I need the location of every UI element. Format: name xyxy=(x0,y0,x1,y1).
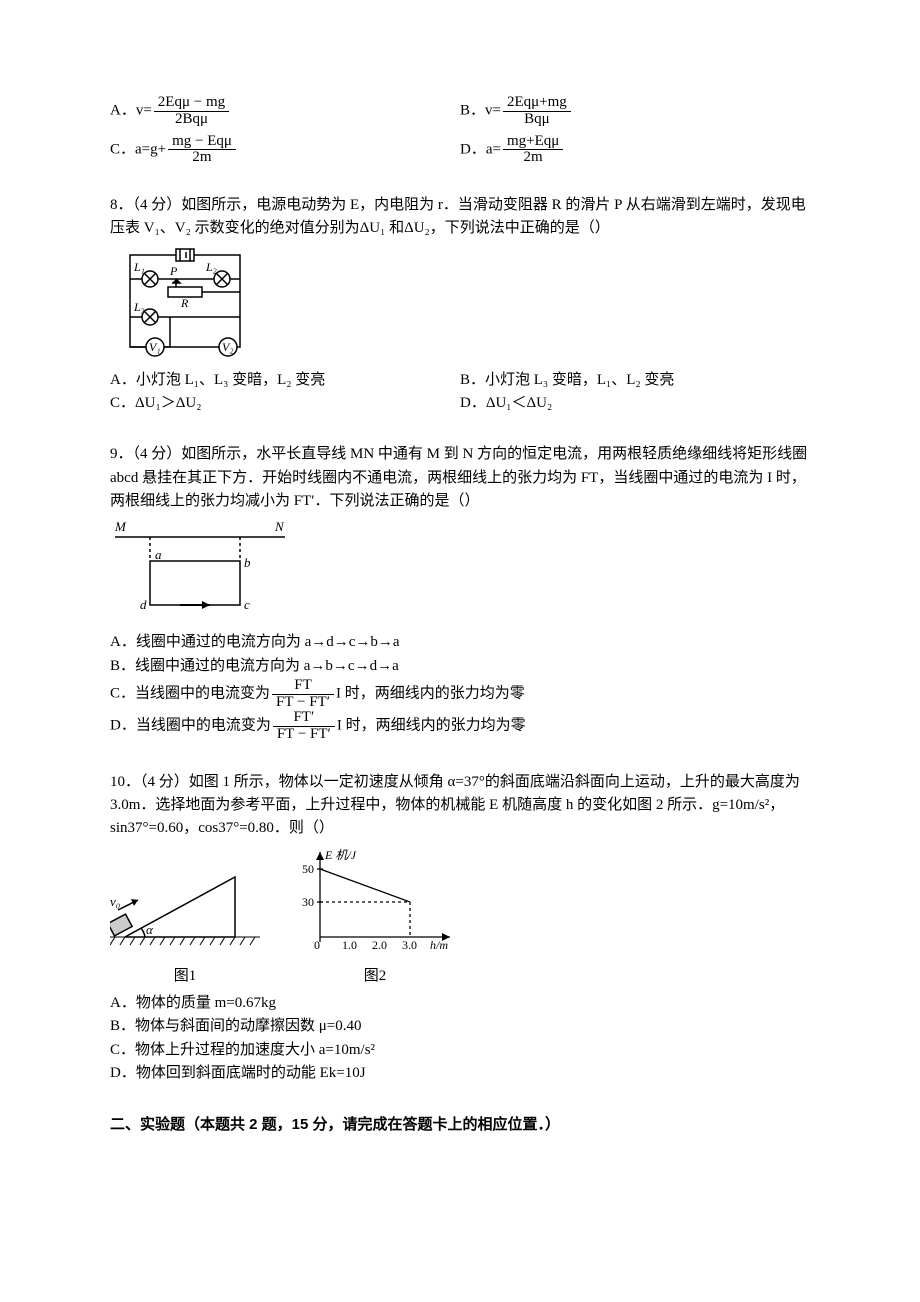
question-7-options: A．v=2Eqμ − mg2Bqμ B．v=2Eqμ+mgBqμ C．a=g+m… xyxy=(110,95,810,166)
figure-1: v₀ α 图1 xyxy=(110,862,260,989)
svg-text:0: 0 xyxy=(314,938,320,952)
figure-2: E 机/J 50 30 0 1.0 2.0 3.0 h/m 图2 xyxy=(290,847,460,989)
svg-text:α: α xyxy=(146,922,154,937)
svg-text:V₁: V₁ xyxy=(149,340,161,354)
option-10B: B．物体与斜面间的动摩擦因数 μ=0.40 xyxy=(110,1015,810,1038)
option-8A: A．小灯泡 L₁、L₃ 变暗，L₂ 变亮 xyxy=(110,369,460,392)
opt-text: A．v= xyxy=(110,103,152,119)
fraction: FT′FT − FT′ xyxy=(273,710,335,743)
svg-text:b: b xyxy=(244,555,251,570)
fraction: 2Eqμ+mgBqμ xyxy=(503,95,571,128)
option-10D: D．物体回到斜面底端时的动能 Ek=10J xyxy=(110,1062,810,1085)
wire-loop-diagram: M N a b c d xyxy=(110,519,810,627)
question-stem: 10．（4 分）如图 1 所示，物体以一定初速度从倾角 α=37°的斜面底端沿斜… xyxy=(110,771,810,841)
option-7B: B．v=2Eqμ+mgBqμ xyxy=(460,95,810,128)
section-title: 二、实验题（本题共 2 题，15 分，请完成在答题卡上的相应位置．） xyxy=(110,1116,560,1133)
svg-text:V₂: V₂ xyxy=(222,340,234,354)
svg-text:L₁: L₁ xyxy=(133,260,145,274)
figure-2-caption: 图2 xyxy=(290,965,460,988)
svg-text:L₃: L₃ xyxy=(133,300,145,314)
svg-text:a: a xyxy=(155,547,162,562)
section-2-heading: 二、实验题（本题共 2 题，15 分，请完成在答题卡上的相应位置．） xyxy=(110,1113,810,1137)
svg-text:M: M xyxy=(114,519,127,534)
figures-row: v₀ α 图1 E 机/J 50 30 xyxy=(110,847,810,989)
option-9B: B．线圈中通过的电流方向为 a→b→c→d→a xyxy=(110,655,810,678)
svg-text:3.0: 3.0 xyxy=(402,938,417,952)
opt-text: B．v= xyxy=(460,103,501,119)
figure-1-caption: 图1 xyxy=(110,965,260,988)
option-9A: A．线圈中通过的电流方向为 a→d→c→b→a xyxy=(110,631,810,654)
opt-text: D．a= xyxy=(460,141,501,157)
svg-text:c: c xyxy=(244,597,250,612)
question-8: 8．（4 分）如图所示，电源电动势为 E，内电阻为 r．当滑动变阻器 R 的滑片… xyxy=(110,194,810,415)
question-stem: 8．（4 分）如图所示，电源电动势为 E，内电阻为 r．当滑动变阻器 R 的滑片… xyxy=(110,194,810,241)
svg-text:h/m: h/m xyxy=(430,938,448,952)
option-9D: D．当线圈中的电流变为FT′FT − FT′I 时，两细线内的张力均为零 xyxy=(110,710,810,743)
svg-text:d: d xyxy=(140,597,147,612)
svg-text:N: N xyxy=(274,519,285,534)
question-9: 9．（4 分）如图所示，水平长直导线 MN 中通有 M 到 N 方向的恒定电流，… xyxy=(110,443,810,743)
fraction: FTFT − FT′ xyxy=(272,678,334,711)
svg-text:v₀: v₀ xyxy=(110,894,120,909)
option-7C: C．a=g+mg − Eqμ2m xyxy=(110,134,460,167)
svg-text:1.0: 1.0 xyxy=(342,938,357,952)
circuit-svg: L₁ P L₂ R L₃ V₁ V₂ xyxy=(110,247,260,357)
option-10C: C．物体上升过程的加速度大小 a=10m/s² xyxy=(110,1039,810,1062)
svg-text:30: 30 xyxy=(302,895,314,909)
option-8C: C．ΔU₁＞ΔU₂ xyxy=(110,392,460,415)
fraction: mg+Eqμ2m xyxy=(503,134,563,167)
option-8D: D．ΔU₁＜ΔU₂ xyxy=(460,392,810,415)
question-stem: 9．（4 分）如图所示，水平长直导线 MN 中通有 M 到 N 方向的恒定电流，… xyxy=(110,443,810,513)
opt-text: C．a=g+ xyxy=(110,141,166,157)
fraction: mg − Eqμ2m xyxy=(168,134,236,167)
fraction: 2Eqμ − mg2Bqμ xyxy=(154,95,229,128)
option-7D: D．a=mg+Eqμ2m xyxy=(460,134,810,167)
svg-text:L₂: L₂ xyxy=(205,260,217,274)
option-7A: A．v=2Eqμ − mg2Bqμ xyxy=(110,95,460,128)
option-9C: C．当线圈中的电流变为FTFT − FT′I 时，两细线内的张力均为零 xyxy=(110,678,810,711)
question-10: 10．（4 分）如图 1 所示，物体以一定初速度从倾角 α=37°的斜面底端沿斜… xyxy=(110,771,810,1085)
circuit-diagram: L₁ P L₂ R L₃ V₁ V₂ xyxy=(110,247,810,365)
svg-text:E 机/J: E 机/J xyxy=(324,848,357,862)
svg-text:50: 50 xyxy=(302,862,314,876)
loop-svg: M N a b c d xyxy=(110,519,290,619)
option-8B: B．小灯泡 L₃ 变暗，L₁、L₂ 变亮 xyxy=(460,369,810,392)
svg-text:2.0: 2.0 xyxy=(372,938,387,952)
option-10A: A．物体的质量 m=0.67kg xyxy=(110,992,810,1015)
svg-text:P: P xyxy=(169,264,178,278)
svg-text:R: R xyxy=(180,296,189,310)
